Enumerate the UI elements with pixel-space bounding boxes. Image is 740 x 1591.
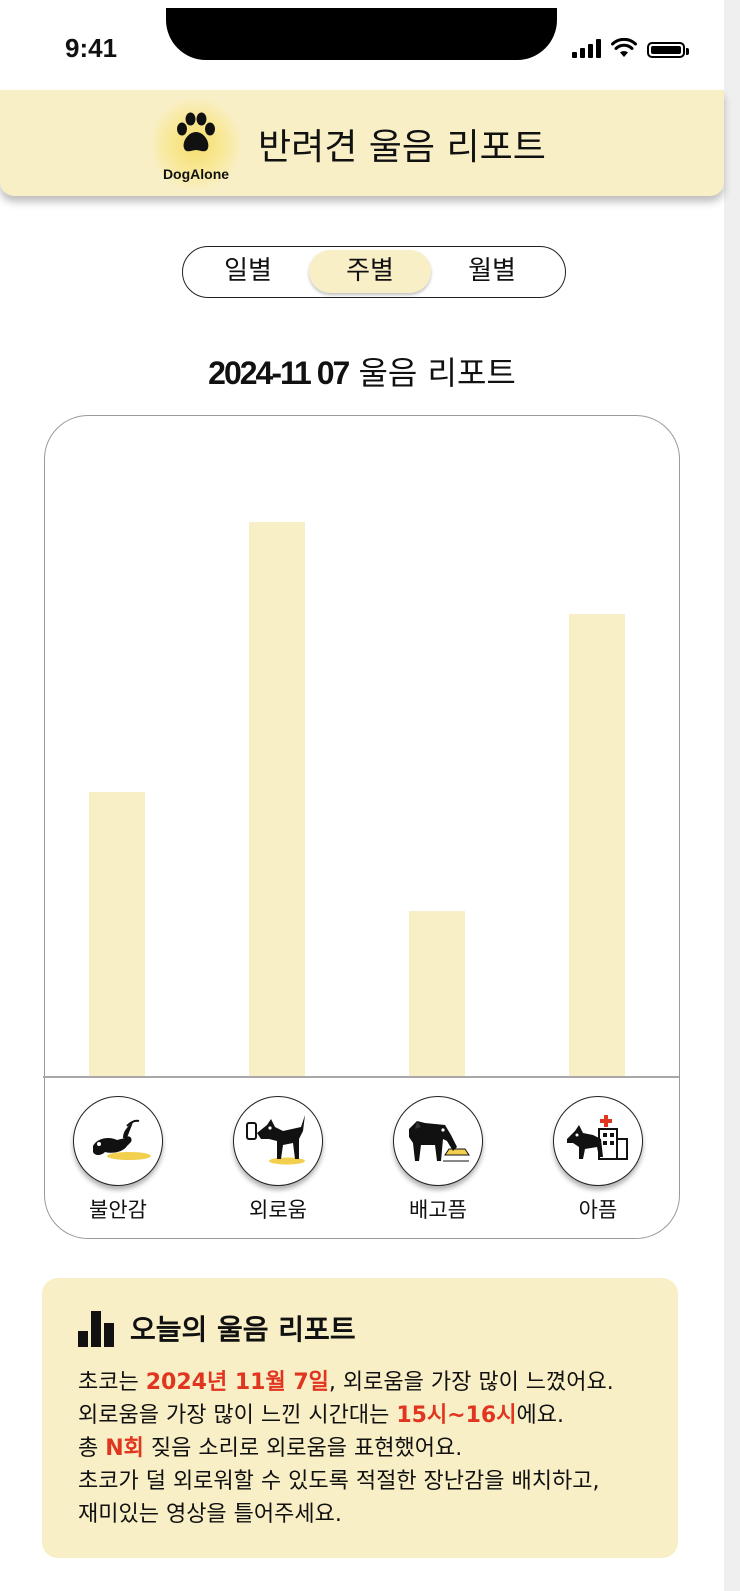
summary-text: 초코는 2024년 11월 7일, 외로움을 가장 많이 느꼈어요. 외로움을 …	[78, 1366, 614, 1531]
summary-line: 재미있는 영상을 틀어주세요.	[78, 1502, 342, 1527]
tab-daily[interactable]: 일별	[187, 250, 309, 293]
bar-chart-icon	[78, 1311, 114, 1347]
category-anxious[interactable]: 불안감	[68, 1096, 168, 1224]
bar-4	[569, 614, 625, 1076]
category-lonely[interactable]: 외로움	[228, 1096, 328, 1224]
summary-title: 오늘의 울음 리포트	[130, 1313, 356, 1346]
notch	[166, 8, 557, 60]
summary-date: 2024년 11월 7일	[145, 1370, 329, 1395]
summary-line: 초코는 2024년 11월 7일, 외로움을 가장 많이 느꼈어요.	[78, 1370, 614, 1395]
category-label: 아픔	[578, 1198, 618, 1222]
category-label: 외로움	[249, 1198, 307, 1222]
report-title: 울음 리포트	[358, 354, 516, 392]
period-tabs: 일별 주별 월별	[182, 246, 566, 298]
lonely-dog-icon	[233, 1096, 323, 1186]
tab-monthly[interactable]: 월별	[431, 250, 553, 293]
status-bar: 9:41	[0, 0, 724, 90]
sick-dog-icon	[553, 1096, 643, 1186]
wifi-icon	[611, 38, 637, 57]
status-time: 9:41	[65, 33, 118, 63]
cry-chart-card: 불안감 외로움 배고픔 아픔	[43, 415, 680, 1239]
app-header: DogAlone 반려견 울음 리포트	[0, 90, 724, 196]
summary-line: 총 N회 짖음 소리로 외로움을 표현했어요.	[78, 1436, 463, 1461]
category-sick[interactable]: 아픔	[548, 1096, 648, 1224]
logo-text: DogAlone	[162, 166, 230, 182]
category-label: 불안감	[89, 1198, 147, 1222]
battery-icon	[647, 42, 689, 58]
page-title: 반려견 울음 리포트	[258, 127, 546, 168]
paw-icon	[177, 112, 215, 152]
category-label: 배고픔	[409, 1198, 467, 1222]
report-heading: 2024-11 07 울음 리포트	[0, 348, 724, 394]
bar-1	[89, 792, 145, 1076]
side-strip	[724, 0, 740, 1591]
hungry-dog-icon	[393, 1096, 483, 1186]
signal-icon	[572, 38, 601, 58]
summary-time-range: 15시~16시	[396, 1403, 517, 1428]
summary-line: 초코가 덜 외로워할 수 있도록 적절한 장난감을 배치하고,	[78, 1469, 600, 1494]
dogalone-logo[interactable]: DogAlone	[150, 98, 242, 190]
daily-summary-card: 오늘의 울음 리포트 초코는 2024년 11월 7일, 외로움을 가장 많이 …	[42, 1278, 678, 1558]
tab-weekly[interactable]: 주별	[309, 250, 431, 293]
chart-baseline	[43, 1076, 679, 1078]
category-hungry[interactable]: 배고픔	[388, 1096, 488, 1224]
report-date: 2024-11 07	[208, 355, 350, 391]
bar-3	[409, 911, 465, 1076]
summary-line: 외로움을 가장 많이 느낀 시간대는 15시~16시에요.	[78, 1403, 564, 1428]
bar-2	[249, 522, 305, 1076]
summary-count: N회	[105, 1436, 144, 1461]
bar-chart	[45, 416, 678, 1076]
anxious-dog-icon	[73, 1096, 163, 1186]
